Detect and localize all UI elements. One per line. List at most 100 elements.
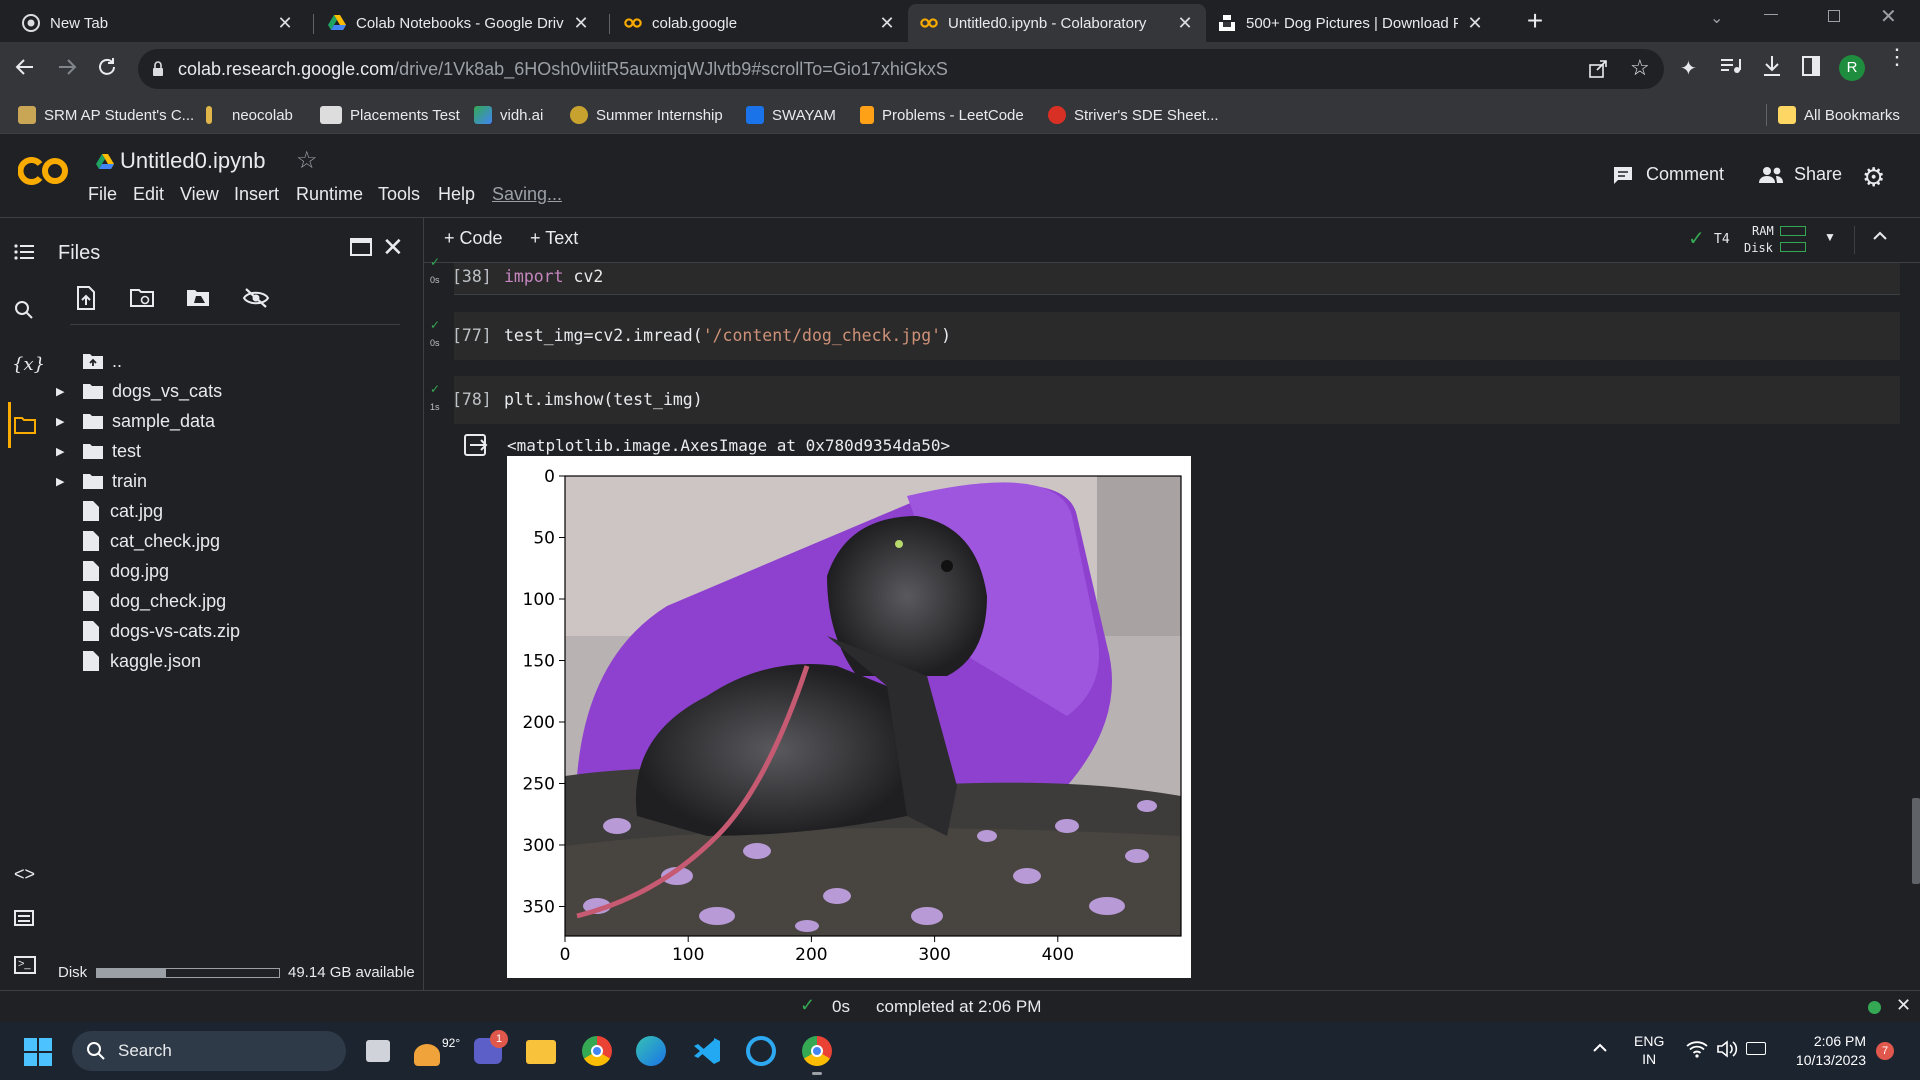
close-icon[interactable]: ✕ [1466, 14, 1484, 32]
bookmark-swayam[interactable]: SWAYAM [746, 96, 836, 134]
colab-logo[interactable] [18, 156, 70, 186]
variables-icon[interactable]: {x} [12, 354, 45, 375]
tree-file-dogs-vs-cats-zip[interactable]: dogs-vs-cats.zip [82, 616, 240, 646]
address-bar[interactable]: colab.research.google.com/drive/1Vk8ab_6… [138, 49, 1664, 89]
code-cell[interactable]: ✓ 0s [77] test_img=cv2.imread('/content/… [430, 312, 1900, 360]
notebook-title[interactable]: Untitled0.ipynb [120, 148, 266, 174]
open-in-tab-icon[interactable] [350, 238, 372, 256]
saving-status[interactable]: Saving... [492, 184, 562, 205]
chrome-profile-taskbar-icon[interactable] [802, 1036, 832, 1066]
settings-gear-icon[interactable]: ⚙ [1862, 162, 1885, 193]
command-palette-icon[interactable] [14, 910, 34, 926]
tab-new-tab[interactable]: New Tab ✕ [10, 4, 306, 42]
share-button[interactable]: Share [1758, 164, 1842, 185]
chrome-taskbar-icon[interactable] [582, 1036, 612, 1066]
tab-dog-pictures[interactable]: 500+ Dog Pictures | Download F ✕ [1206, 4, 1496, 42]
close-panel-icon[interactable]: ✕ [382, 232, 404, 263]
refresh-folder-icon[interactable] [130, 288, 156, 308]
caret-right-icon[interactable]: ▶ [56, 415, 82, 428]
clock[interactable]: 2:06 PM 10/13/2023 [1782, 1032, 1866, 1070]
window-close-button[interactable]: ✕ [1880, 4, 1897, 29]
hide-files-icon[interactable] [242, 288, 270, 308]
profile-avatar[interactable]: R [1839, 55, 1865, 81]
tree-folder-train[interactable]: ▶ train [56, 466, 147, 496]
start-button[interactable] [24, 1038, 52, 1066]
menu-tools[interactable]: Tools [378, 184, 420, 205]
upload-file-icon[interactable] [76, 286, 96, 310]
menu-view[interactable]: View [180, 184, 219, 205]
cortana-icon[interactable] [746, 1036, 776, 1066]
chrome-menu-icon[interactable]: ⋮ [1886, 46, 1908, 68]
tab-colab-google[interactable]: colab.google ✕ [612, 4, 908, 42]
tab-colab-notebooks-drive[interactable]: Colab Notebooks - Google Drive ✕ [316, 4, 602, 42]
caret-right-icon[interactable]: ▶ [56, 475, 82, 488]
new-tab-button[interactable]: + [1520, 6, 1550, 36]
tree-folder-sample-data[interactable]: ▶ sample_data [56, 406, 215, 436]
tree-file-kaggle-json[interactable]: kaggle.json [82, 646, 201, 676]
bookmark-placements-test[interactable]: Placements Test [320, 96, 460, 134]
mount-drive-icon[interactable] [186, 288, 212, 308]
show-hidden-icons[interactable] [1592, 1040, 1608, 1056]
download-icon[interactable] [1762, 55, 1782, 77]
folder-icon[interactable] [14, 416, 36, 434]
close-icon[interactable]: ✕ [276, 14, 294, 32]
bookmark-vidh[interactable]: vidh.ai [474, 96, 543, 134]
extensions-icon[interactable]: ✦ [1680, 56, 1697, 81]
side-panel-icon[interactable] [1802, 56, 1820, 76]
menu-edit[interactable]: Edit [133, 184, 164, 205]
media-icon[interactable] [1720, 56, 1742, 76]
status-close-icon[interactable]: ✕ [1896, 995, 1911, 1016]
close-icon[interactable]: ✕ [878, 14, 896, 32]
menu-help[interactable]: Help [438, 184, 475, 205]
table-of-contents-icon[interactable] [14, 244, 34, 260]
weather-widget[interactable]: 92° [414, 1036, 460, 1066]
bookmark-star-icon[interactable]: ☆ [1630, 55, 1650, 81]
star-icon[interactable]: ☆ [296, 146, 318, 175]
notification-badge[interactable]: 7 [1876, 1042, 1894, 1060]
bookmark-srm[interactable]: SRM AP Student's C... [18, 96, 194, 134]
add-text-button[interactable]: + Text [530, 228, 578, 249]
terminal-icon[interactable]: >_ [14, 956, 36, 974]
menu-file[interactable]: File [88, 184, 117, 205]
vscode-icon[interactable] [692, 1036, 722, 1066]
all-bookmarks[interactable]: All Bookmarks [1778, 96, 1900, 134]
edge-icon[interactable] [636, 1036, 666, 1066]
restore-button[interactable] [1828, 10, 1840, 22]
code-cell[interactable]: ✓ 0s [38] import cv2 [430, 255, 1900, 295]
close-icon[interactable]: ✕ [572, 14, 590, 32]
comment-button[interactable]: Comment [1612, 164, 1724, 185]
code-cell[interactable]: ✓ 1s [78] plt.imshow(test_img) [430, 376, 1900, 424]
resources-dropdown-icon[interactable]: ▼ [1824, 230, 1836, 244]
tree-file-cat-jpg[interactable]: cat.jpg [82, 496, 163, 526]
language-indicator[interactable]: ENG IN [1634, 1032, 1664, 1068]
back-button[interactable] [14, 56, 36, 78]
code-snippets-icon[interactable]: <> [14, 864, 35, 885]
close-icon[interactable]: ✕ [1176, 14, 1194, 32]
tree-folder-dogs-vs-cats[interactable]: ▶ dogs_vs_cats [56, 376, 222, 406]
tab-search-icon[interactable]: ⌄ [1710, 8, 1723, 28]
battery-icon[interactable] [1746, 1042, 1766, 1055]
volume-icon[interactable] [1716, 1040, 1738, 1058]
tree-file-dog-jpg[interactable]: dog.jpg [82, 556, 169, 586]
caret-right-icon[interactable]: ▶ [56, 445, 82, 458]
task-view-icon[interactable] [366, 1040, 390, 1062]
tree-folder-test[interactable]: ▶ test [56, 436, 141, 466]
tree-parent-folder[interactable]: .. [82, 346, 122, 376]
tab-untitled0-colaboratory[interactable]: Untitled0.ipynb - Colaboratory ✕ [908, 4, 1206, 42]
menu-runtime[interactable]: Runtime [296, 184, 363, 205]
share-page-icon[interactable] [1588, 59, 1608, 79]
tree-file-cat-check-jpg[interactable]: cat_check.jpg [82, 526, 220, 556]
bookmark-neocolab[interactable]: neocolab [206, 96, 293, 134]
bookmark-leetcode[interactable]: Problems - LeetCode [860, 96, 1024, 134]
file-explorer-icon[interactable] [526, 1040, 556, 1064]
caret-right-icon[interactable]: ▶ [56, 385, 82, 398]
menu-insert[interactable]: Insert [234, 184, 279, 205]
wifi-icon[interactable] [1686, 1040, 1708, 1058]
runtime-type[interactable]: T4 [1714, 232, 1730, 247]
taskbar-search[interactable]: Search [72, 1031, 346, 1071]
scrollbar-thumb[interactable] [1912, 798, 1920, 884]
output-menu-icon[interactable] [464, 434, 490, 456]
search-icon[interactable] [14, 300, 34, 320]
minimize-button[interactable] [1764, 14, 1778, 15]
bookmark-striver[interactable]: Striver's SDE Sheet... [1048, 96, 1219, 134]
